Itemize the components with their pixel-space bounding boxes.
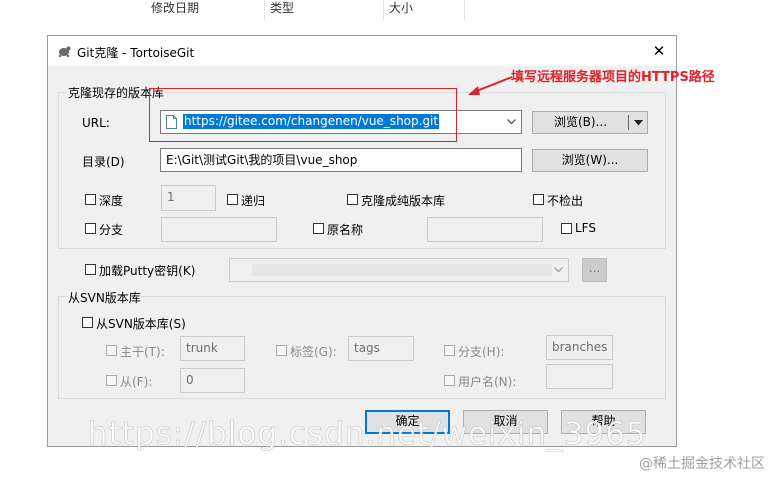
origin-name-input[interactable]: [427, 217, 543, 242]
dialog-title: Git克隆 - TortoiseGit: [77, 46, 195, 60]
url-label: URL:: [82, 116, 110, 130]
putty-key-checkbox[interactable]: [85, 264, 96, 275]
browse-directory-button[interactable]: 浏览(W)...: [532, 149, 648, 172]
branches-input[interactable]: branches: [546, 335, 613, 360]
tags-checkbox[interactable]: [276, 345, 287, 356]
svn-group-legend: 从SVN版本库: [68, 289, 141, 306]
putty-key-label: 加载Putty密钥(K): [99, 264, 196, 278]
bare-repo-label: 克隆成纯版本库: [361, 194, 446, 208]
recursive-checkbox[interactable]: [227, 194, 238, 205]
dropdown-arrow-icon[interactable]: [634, 120, 643, 126]
from-revision-checkbox[interactable]: [106, 375, 117, 386]
branch-checkbox[interactable]: [85, 223, 96, 234]
branches-checkbox[interactable]: [444, 345, 455, 356]
annotation-arrow-icon: [468, 76, 513, 95]
from-revision-input[interactable]: 0: [180, 368, 245, 393]
tortoisegit-icon: [58, 46, 71, 58]
annotation-highlight-box: [149, 88, 457, 142]
lfs-label: LFS: [575, 221, 596, 235]
column-separator: [464, 0, 465, 20]
origin-name-checkbox[interactable]: [313, 223, 324, 234]
juejin-watermark: @稀土掘金技术社区: [639, 456, 765, 472]
no-checkout-checkbox[interactable]: [533, 194, 544, 205]
column-header-label: 大小: [389, 1, 414, 15]
chevron-down-icon: [554, 267, 563, 273]
branches-label: 分支(H):: [458, 345, 505, 359]
from-svn-label: 从SVN版本库(S): [96, 317, 186, 331]
branch-input[interactable]: [161, 217, 277, 242]
putty-key-combobox[interactable]: [229, 258, 569, 282]
directory-input[interactable]: E:\Git\测试Git\我的项目\vue_shop: [160, 148, 522, 172]
tags-label: 标签(G):: [290, 345, 337, 359]
annotation-text: 填写远程服务器项目的HTTPS路径: [511, 70, 715, 85]
title-bar[interactable]: Git克隆 - TortoiseGit ✕: [48, 36, 676, 66]
column-header-label: 类型: [270, 1, 295, 15]
depth-checkbox[interactable]: [85, 194, 96, 205]
trunk-input[interactable]: trunk: [180, 336, 245, 361]
tags-input[interactable]: tags: [348, 336, 414, 361]
putty-browse-button[interactable]: ...: [582, 258, 607, 282]
username-checkbox[interactable]: [444, 375, 455, 386]
depth-input[interactable]: 1: [161, 185, 216, 211]
putty-key-placeholder: [252, 264, 552, 276]
column-header-label: 修改日期: [151, 1, 200, 15]
username-input[interactable]: [546, 364, 613, 389]
lfs-checkbox[interactable]: [561, 223, 572, 234]
no-checkout-label: 不检出: [547, 194, 584, 208]
close-icon: ✕: [652, 42, 666, 60]
column-header-size[interactable]: 大小: [384, 0, 464, 20]
trunk-checkbox[interactable]: [106, 345, 117, 356]
column-header-date[interactable]: 修改日期: [146, 0, 264, 20]
origin-name-label: 原名称: [327, 223, 364, 237]
username-label: 用户名(N):: [458, 375, 517, 389]
directory-label: 目录(D): [82, 155, 125, 169]
from-svn-checkbox[interactable]: [82, 317, 93, 328]
recursive-label: 递归: [241, 194, 266, 208]
chevron-down-icon[interactable]: [507, 119, 516, 125]
split-divider: [628, 115, 629, 130]
column-header-type[interactable]: 类型: [265, 0, 383, 20]
close-button[interactable]: ✕: [642, 36, 676, 66]
bare-repo-checkbox[interactable]: [347, 194, 358, 205]
branch-label: 分支: [99, 223, 124, 237]
browse-url-split-button: 浏览(B)...: [532, 111, 648, 134]
csdn-watermark: https://blog.csdn.net/weixin_3965: [88, 416, 647, 453]
depth-label: 深度: [99, 194, 124, 208]
browse-url-button[interactable]: 浏览(B)...: [533, 112, 628, 133]
from-revision-label: 从(F):: [120, 375, 153, 389]
trunk-label: 主干(T):: [120, 345, 165, 359]
